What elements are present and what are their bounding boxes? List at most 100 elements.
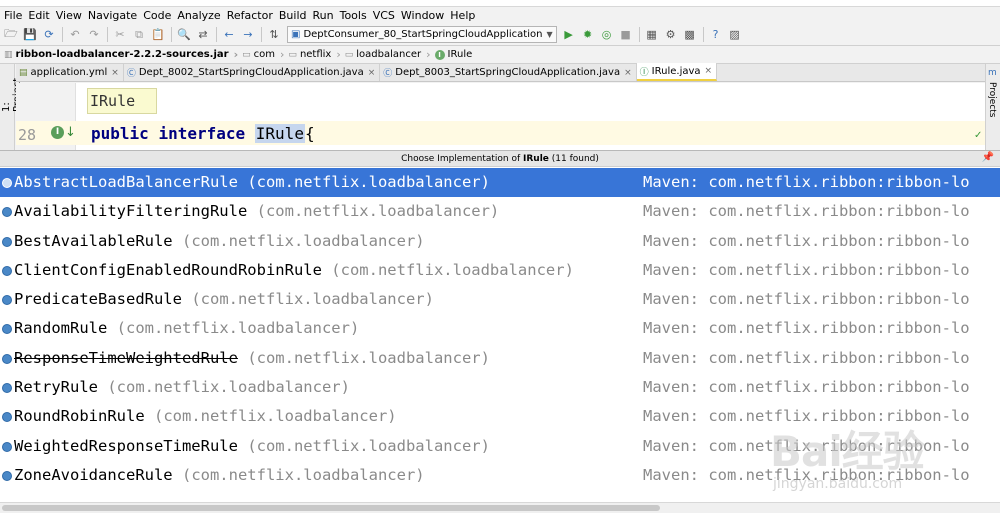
right-tool-window-bar: m Maven Projects bbox=[985, 64, 1000, 150]
breadcrumb-item[interactable]: ▥ ribbon-loadbalancer-2.2.2-sources.jar › bbox=[4, 48, 242, 61]
cut-icon[interactable]: ✂ bbox=[111, 26, 129, 44]
java-interface-icon: Ⓘ bbox=[639, 67, 649, 78]
run-icon[interactable]: ▶ bbox=[560, 26, 578, 44]
breadcrumb-item[interactable]: ▭ netflix › bbox=[288, 48, 344, 61]
package-icon: ▭ bbox=[288, 49, 297, 60]
implementation-item[interactable]: RandomRule (com.netflix.loadbalancer) Mav… bbox=[0, 314, 1000, 343]
implementation-item[interactable]: BestAvailableRule (com.netflix.loadbalan… bbox=[0, 227, 1000, 256]
forward-icon[interactable]: → bbox=[239, 26, 257, 44]
breadcrumb-item[interactable]: ▭ com › bbox=[242, 48, 288, 61]
scrollbar-thumb[interactable] bbox=[2, 505, 660, 511]
implementation-item[interactable]: RetryRule (com.netflix.loadbalancer) Mave… bbox=[0, 373, 1000, 402]
menu-tools[interactable]: Tools bbox=[338, 7, 371, 24]
pin-icon[interactable]: 📌 bbox=[982, 152, 994, 163]
menu-navigate[interactable]: Navigate bbox=[86, 7, 141, 24]
editor-tab[interactable]: Ⓘ IRule.java × bbox=[636, 63, 718, 81]
menu-help[interactable]: Help bbox=[448, 7, 479, 24]
implementation-name-group: ZoneAvoidanceRule (com.netflix.loadbalan… bbox=[14, 461, 425, 490]
undo-icon[interactable]: ↶ bbox=[66, 26, 84, 44]
find-icon[interactable]: 🔍 bbox=[175, 26, 193, 44]
coverage-icon[interactable]: ◎ bbox=[598, 26, 616, 44]
chevron-right-icon: › bbox=[426, 48, 431, 61]
menu-code[interactable]: Code bbox=[141, 7, 175, 24]
implementation-item[interactable]: RoundRobinRule (com.netflix.loadbalancer… bbox=[0, 402, 1000, 431]
implemented-marker-icon[interactable]: I bbox=[51, 126, 64, 139]
menu-file[interactable]: File bbox=[2, 7, 26, 24]
implementation-class-name: ClientConfigEnabledRoundRobinRule bbox=[14, 260, 322, 279]
implementation-library: Maven: com.netflix.ribbon:ribbon-lo bbox=[643, 319, 970, 338]
popup-title-subject: IRule bbox=[523, 154, 549, 164]
stop-icon[interactable]: ■ bbox=[617, 26, 635, 44]
save-all-icon[interactable]: 💾 bbox=[21, 26, 39, 44]
implementations-arrow-icon[interactable]: ↓ bbox=[65, 125, 76, 140]
horizontal-scrollbar[interactable] bbox=[0, 502, 1000, 513]
implementation-item[interactable]: AvailabilityFilteringRule (com.netflix.l… bbox=[0, 197, 1000, 226]
breadcrumb-item[interactable]: ▭ loadbalancer › bbox=[345, 48, 435, 61]
class-icon bbox=[2, 470, 12, 481]
settings-icon[interactable]: ⚙ bbox=[662, 26, 680, 44]
close-icon[interactable]: × bbox=[705, 66, 713, 76]
implementation-item[interactable]: PredicateBasedRule (com.netflix.loadbala… bbox=[0, 285, 1000, 314]
implementation-item[interactable]: ZoneAvoidanceRule (com.netflix.loadbalan… bbox=[0, 461, 1000, 490]
menu-edit[interactable]: Edit bbox=[26, 7, 53, 24]
code-line: public interface IRule{ bbox=[91, 123, 315, 145]
close-icon[interactable]: × bbox=[624, 68, 632, 78]
class-icon bbox=[2, 265, 12, 276]
vcs-icon[interactable]: ▨ bbox=[726, 26, 744, 44]
window-title-bar bbox=[0, 0, 1000, 7]
code-editor[interactable]: IRule 28 I ↓ public interface IRule{ ✓ bbox=[16, 83, 985, 150]
open-brace: { bbox=[304, 124, 315, 143]
implementation-class-name: RetryRule bbox=[14, 378, 98, 397]
project-structure-icon[interactable]: ▦ bbox=[643, 26, 661, 44]
maven-projects-button[interactable]: Maven Projects bbox=[987, 82, 1000, 150]
maven-icon: m bbox=[988, 68, 997, 78]
open-folder-icon[interactable]: 🗁 bbox=[2, 26, 20, 44]
java-class-icon: Ⓒ bbox=[383, 69, 393, 79]
editor-tab[interactable]: Ⓒ Dept_8002_StartSpringCloudApplication.j… bbox=[124, 64, 381, 81]
replace-icon[interactable]: ⇄ bbox=[194, 26, 212, 44]
editor-tabs: ▤ application.yml × Ⓒ Dept_8002_StartSpringC… bbox=[16, 63, 985, 82]
menu-refactor[interactable]: Refactor bbox=[225, 7, 277, 24]
implementation-item[interactable]: ResponseTimeWeightedRule (com.netflix.lo… bbox=[0, 344, 1000, 373]
menu-view[interactable]: View bbox=[54, 7, 86, 24]
implementation-package: (com.netflix.loadbalancer) bbox=[247, 348, 490, 367]
menu-vcs[interactable]: VCS bbox=[371, 7, 399, 24]
help-icon[interactable]: ? bbox=[707, 26, 725, 44]
breadcrumb-item-current[interactable]: I IRule bbox=[434, 49, 473, 60]
run-configuration-select[interactable]: ▣ DeptConsumer_80_StartSpringCloudApplic… bbox=[287, 26, 557, 43]
breadcrumb-label: IRule bbox=[447, 49, 473, 60]
class-icon bbox=[2, 207, 12, 218]
implementation-item[interactable]: AbstractLoadBalancerRule (com.netflix.lo… bbox=[0, 168, 1000, 198]
sdk-icon[interactable]: ▩ bbox=[681, 26, 699, 44]
class-icon bbox=[2, 324, 12, 335]
menu-run[interactable]: Run bbox=[311, 7, 338, 24]
close-icon[interactable]: × bbox=[368, 68, 376, 78]
build-project-icon[interactable]: ⇅ bbox=[265, 26, 283, 44]
menu-window[interactable]: Window bbox=[399, 7, 448, 24]
close-icon[interactable]: × bbox=[111, 68, 119, 78]
toolbar-separator bbox=[702, 27, 704, 42]
menu-analyze[interactable]: Analyze bbox=[175, 7, 224, 24]
paste-icon[interactable]: 📋 bbox=[149, 26, 167, 44]
editor-tab[interactable]: ▤ application.yml × bbox=[16, 64, 124, 81]
class-icon bbox=[2, 295, 12, 306]
redo-icon[interactable]: ↷ bbox=[85, 26, 103, 44]
chevron-right-icon: › bbox=[233, 48, 239, 61]
debug-icon[interactable]: ✹ bbox=[579, 26, 597, 44]
implementation-name-group: ResponseTimeWeightedRule (com.netflix.lo… bbox=[14, 344, 490, 373]
class-icon bbox=[2, 441, 12, 452]
choose-implementation-popup: Choose Implementation of IRule (11 found… bbox=[0, 150, 1000, 513]
implementation-library: Maven: com.netflix.ribbon:ribbon-lo bbox=[643, 348, 970, 367]
breadcrumb-label: ribbon-loadbalancer-2.2.2-sources.jar bbox=[15, 49, 229, 60]
yaml-file-icon: ▤ bbox=[19, 67, 28, 78]
implementation-package: (com.netflix.loadbalancer) bbox=[154, 407, 397, 426]
implementation-item[interactable]: ClientConfigEnabledRoundRobinRule (com.n… bbox=[0, 256, 1000, 285]
back-icon[interactable]: ← bbox=[220, 26, 238, 44]
editor-tab[interactable]: Ⓒ Dept_8003_StartSpringCloudApplication.j… bbox=[380, 64, 637, 81]
copy-icon[interactable]: ⧉ bbox=[130, 26, 148, 44]
implementation-package: (com.netflix.loadbalancer) bbox=[247, 173, 490, 191]
menu-build[interactable]: Build bbox=[277, 7, 311, 24]
popup-title: Choose Implementation of IRule (11 found… bbox=[0, 151, 1000, 167]
synchronize-icon[interactable]: ⟳ bbox=[40, 26, 58, 44]
implementation-item[interactable]: WeightedResponseTimeRule (com.netflix.lo… bbox=[0, 432, 1000, 461]
